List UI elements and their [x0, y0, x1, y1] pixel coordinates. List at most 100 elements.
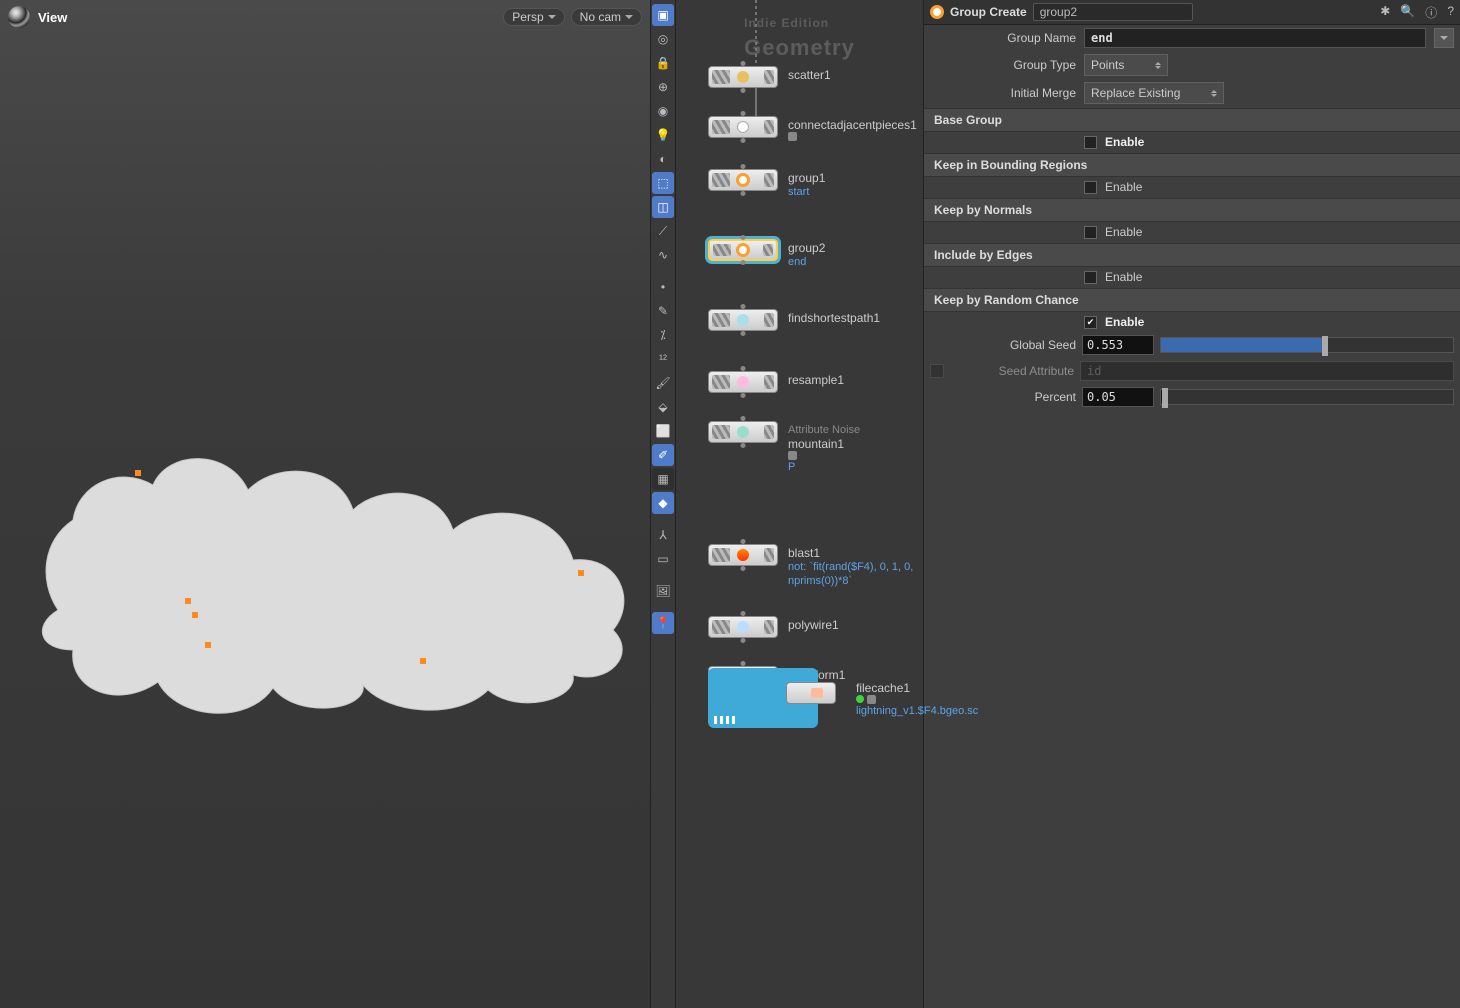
- percent-slider[interactable]: [1160, 389, 1454, 405]
- section-base-group[interactable]: Base Group: [924, 108, 1460, 132]
- initial-merge-select[interactable]: Replace Existing: [1084, 82, 1224, 104]
- selected-point: [192, 612, 198, 618]
- lock-icon: [788, 132, 797, 141]
- group-type-select[interactable]: Points: [1084, 54, 1168, 76]
- percent-input[interactable]: [1082, 387, 1154, 407]
- normals-enable-checkbox[interactable]: [1084, 226, 1097, 239]
- info-icon[interactable]: ⓘ: [1425, 4, 1437, 21]
- tool-lasso-icon[interactable]: ◎: [652, 28, 674, 50]
- random-enable-checkbox[interactable]: [1084, 316, 1097, 329]
- tool-snapshot-icon[interactable]: 🖼: [652, 580, 674, 602]
- camera-select-label: No cam: [580, 10, 621, 24]
- base-enable-checkbox[interactable]: [1084, 136, 1097, 149]
- tool-light-icon[interactable]: 💡: [652, 124, 674, 146]
- seed-attr-toggle[interactable]: [930, 364, 944, 378]
- section-edges[interactable]: Include by Edges: [924, 243, 1460, 267]
- tool-bone-icon[interactable]: ⟋: [652, 220, 674, 242]
- node-group1[interactable]: group1 start: [708, 169, 923, 199]
- tool-frame-icon[interactable]: ⬜: [652, 420, 674, 442]
- tool-edge-icon[interactable]: ✎: [652, 300, 674, 322]
- operator-path-field[interactable]: group2: [1033, 3, 1193, 21]
- node-label: connectadjacentpieces1: [788, 118, 917, 132]
- tool-display-icon[interactable]: ⬚: [652, 172, 674, 194]
- tool-picker-icon[interactable]: ⁒: [652, 324, 674, 346]
- enable-label: Enable: [1105, 180, 1142, 194]
- group-name-menu-button[interactable]: [1434, 28, 1454, 48]
- display-flag-icon: [856, 695, 864, 703]
- lock-icon: [867, 695, 876, 704]
- node-mountain[interactable]: Attribute Noise mountain1 P: [708, 421, 923, 474]
- network-editor[interactable]: Indie Edition Geometry scatter1: [676, 0, 924, 1008]
- group-name-input[interactable]: [1084, 28, 1426, 48]
- selected-point: [420, 658, 426, 664]
- node-resample[interactable]: resample1: [708, 371, 923, 393]
- node-sublabel: end: [788, 255, 825, 269]
- tool-shade-icon[interactable]: ◆: [652, 492, 674, 514]
- viewport-title: View: [38, 10, 67, 25]
- tool-lock-icon[interactable]: 🔒: [652, 52, 674, 74]
- node-blast[interactable]: blast1 not: `fit(rand($F4), 0, 1, 0, npr…: [708, 544, 923, 588]
- parameter-pane: Group Create group2 ✱ 🔍 ⓘ ? Group Name G…: [924, 0, 1460, 1008]
- tool-brush-icon[interactable]: 🖌: [652, 372, 674, 394]
- enable-label: Enable: [1105, 135, 1144, 149]
- node-scatter[interactable]: scatter1: [708, 66, 923, 88]
- tool-tree-icon[interactable]: ⅄: [652, 524, 674, 546]
- search-icon[interactable]: 🔍: [1400, 4, 1415, 21]
- global-seed-slider[interactable]: [1160, 337, 1454, 353]
- node-filecache[interactable]: filecache1 lightning_v1.$F4.bgeo.sc: [708, 668, 978, 728]
- tool-num-icon[interactable]: ¹²: [652, 348, 674, 370]
- node-findshortestpath[interactable]: findshortestpath1: [708, 309, 923, 331]
- tool-point-icon[interactable]: •: [652, 276, 674, 298]
- viewport-toolbar: ▣ ◎ 🔒 ⊕ ◉ 💡 ◐ ⬚ ◫ ⟋ ∿ • ✎ ⁒ ¹² 🖌 ⬙ ⬜ ✐ ▦…: [650, 0, 676, 1008]
- seed-attr-label: Seed Attribute: [950, 364, 1074, 378]
- selected-point: [205, 642, 211, 648]
- camera-select-dropdown[interactable]: No cam: [571, 8, 642, 26]
- node-label: resample1: [788, 373, 844, 387]
- tool-curve-icon[interactable]: ∿: [652, 244, 674, 266]
- camera-persp-label: Persp: [512, 10, 543, 24]
- caret-down-icon: [548, 15, 556, 19]
- section-normals[interactable]: Keep by Normals: [924, 198, 1460, 222]
- tool-target-icon[interactable]: ⊕: [652, 76, 674, 98]
- percent-label: Percent: [930, 390, 1076, 404]
- node-sublabel: start: [788, 185, 825, 199]
- selected-point: [135, 470, 141, 476]
- selected-point: [185, 598, 191, 604]
- node-label: blast1: [788, 546, 923, 560]
- tool-select-icon[interactable]: ▣: [652, 4, 674, 26]
- caret-down-icon: [625, 15, 633, 19]
- selected-point: [578, 570, 584, 576]
- tool-snap-icon[interactable]: ◉: [652, 100, 674, 122]
- edges-enable-checkbox[interactable]: [1084, 271, 1097, 284]
- tool-box-icon[interactable]: ▭: [652, 548, 674, 570]
- tool-paint-icon[interactable]: ✐: [652, 444, 674, 466]
- node-label: group2: [788, 241, 825, 255]
- tool-bulb-icon[interactable]: ◐: [652, 148, 674, 170]
- bbox-enable-checkbox[interactable]: [1084, 181, 1097, 194]
- geometry-preview: [18, 430, 648, 720]
- node-connectadjacent[interactable]: connectadjacentpieces1: [708, 116, 923, 141]
- node-label: filecache1: [856, 681, 978, 695]
- node-attr: P: [788, 460, 860, 474]
- global-seed-label: Global Seed: [930, 338, 1076, 352]
- tool-checker-icon[interactable]: ▦: [652, 468, 674, 490]
- node-label: polywire1: [788, 618, 839, 632]
- node-polywire[interactable]: polywire1: [708, 616, 923, 638]
- node-filename: lightning_v1.$F4.bgeo.sc: [856, 704, 978, 718]
- lock-icon: [788, 451, 797, 460]
- seed-attr-input[interactable]: [1080, 361, 1454, 381]
- node-label: findshortestpath1: [788, 311, 880, 325]
- camera-persp-dropdown[interactable]: Persp: [503, 8, 564, 26]
- houdini-logo-icon: [8, 6, 30, 28]
- section-random[interactable]: Keep by Random Chance: [924, 288, 1460, 312]
- gear-icon[interactable]: ✱: [1380, 4, 1390, 21]
- tool-pin-icon[interactable]: 📍: [652, 612, 674, 634]
- global-seed-input[interactable]: [1082, 335, 1154, 355]
- section-bbox[interactable]: Keep in Bounding Regions: [924, 153, 1460, 177]
- tool-ghost-icon[interactable]: ◫: [652, 196, 674, 218]
- viewport[interactable]: View Persp No cam: [0, 0, 650, 1008]
- node-group2[interactable]: group2 end: [708, 239, 923, 269]
- node-expr: not: `fit(rand($F4), 0, 1, 0, nprims(0))…: [788, 560, 923, 588]
- help-icon[interactable]: ?: [1447, 4, 1454, 21]
- tool-bucket-icon[interactable]: ⬙: [652, 396, 674, 418]
